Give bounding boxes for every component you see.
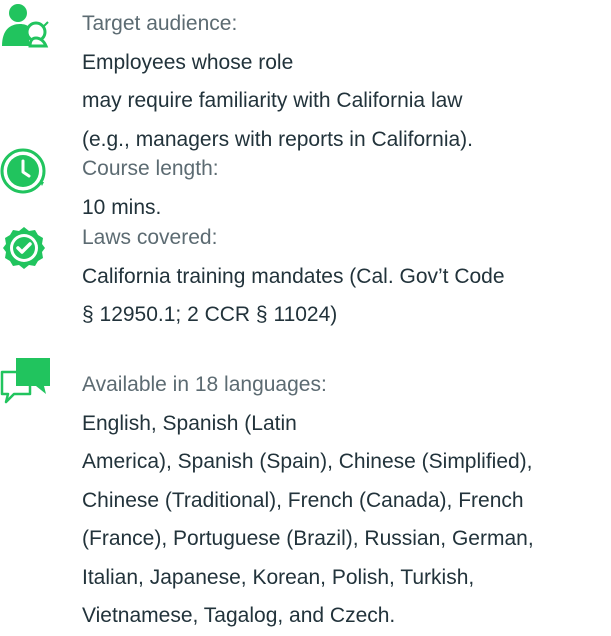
languages-line-1: English, Spanish (Latin [82, 411, 297, 435]
languages-line-6: Vietnamese, Tagalog, and Czech. [82, 604, 396, 627]
languages-line-2: America), Spanish (Spain), Chinese (Simp… [82, 450, 533, 473]
target-audience-line-1: Employees whose role [82, 50, 294, 74]
laws-covered-label: Laws covered: [82, 226, 218, 249]
languages-line-4: (France), Portuguese (Brazil), Russian, … [82, 527, 534, 550]
laws-covered-line-2: § 12950.1; 2 CCR § 11024) [82, 303, 338, 326]
clock-icon [0, 148, 52, 200]
target-audience-text: Target audience: Employees whose role ma… [82, 5, 611, 159]
languages-text: Available in 18 languages: English, Span… [82, 366, 611, 636]
languages-line-3: Chinese (Traditional), French (Canada), … [82, 488, 524, 512]
person-search-icon [0, 2, 52, 54]
target-audience-line-2: may require familiarity with California … [82, 89, 463, 112]
chat-bubbles-icon [0, 356, 52, 408]
check-badge-icon [0, 224, 52, 276]
target-audience-label: Target audience: [82, 12, 238, 35]
laws-covered-text: Laws covered: California training mandat… [82, 219, 611, 335]
course-length-text: Course length: 10 mins. [82, 150, 611, 227]
course-length-label: Course length: [82, 157, 219, 180]
languages-label: Available in 18 languages: [82, 373, 327, 396]
languages-line-5: Italian, Japanese, Korean, Polish, Turki… [82, 565, 475, 589]
laws-covered-line-1: California training mandates (Cal. Gov’t… [82, 264, 505, 288]
